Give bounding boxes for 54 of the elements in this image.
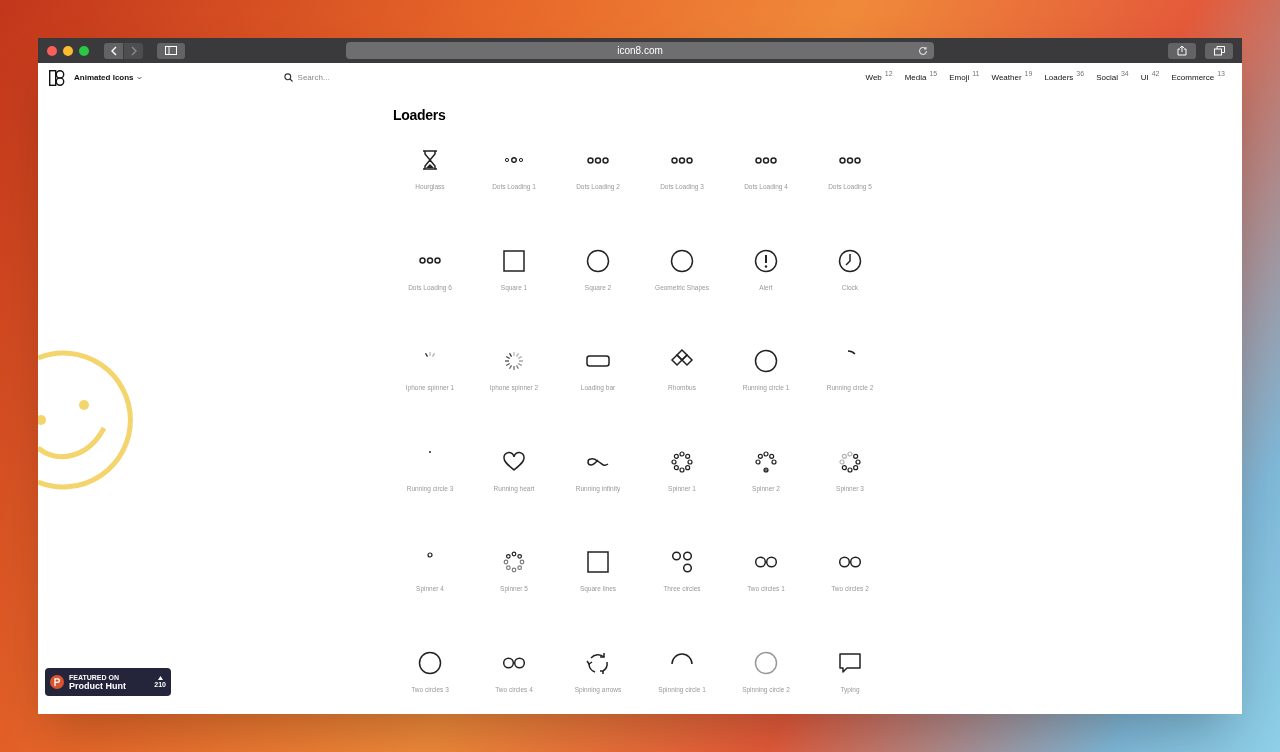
- loader-icon: [428, 450, 432, 453]
- tabs-icon: [1213, 45, 1225, 56]
- loader-icon: [427, 552, 433, 558]
- chevron-left-icon: [109, 45, 118, 56]
- close-button[interactable]: [47, 45, 57, 56]
- upvote-icon: [157, 676, 163, 680]
- loader-icon: [425, 351, 435, 357]
- loader-icon: [586, 550, 610, 574]
- loader-icon: [838, 449, 862, 474]
- product-hunt-logo-icon: [54, 678, 60, 686]
- address-bar[interactable]: icon8.com: [346, 42, 934, 59]
- loader-icon: [587, 156, 609, 164]
- loader-icon: [847, 350, 856, 355]
- url-text: icon8.com: [617, 44, 663, 58]
- loader-icon: [670, 449, 694, 474]
- loader-icon: [754, 349, 778, 373]
- sidebar-icon: [165, 46, 177, 55]
- loader-icon: [502, 449, 526, 474]
- loader-icon: [586, 650, 610, 675]
- maximize-button[interactable]: [79, 45, 89, 56]
- brand-dropdown[interactable]: Animated Icons: [74, 71, 142, 84]
- reload-icon[interactable]: [918, 45, 928, 56]
- loader-icon: [418, 650, 442, 675]
- loader-icon: [419, 257, 441, 264]
- share-button[interactable]: [1168, 42, 1196, 59]
- loader-icon: [838, 248, 862, 273]
- logo-icon: [49, 69, 65, 86]
- chevron-right-icon: [129, 45, 138, 56]
- sidebar-button[interactable]: [157, 42, 185, 59]
- search-field[interactable]: Search...: [297, 71, 448, 84]
- loader-icon: [586, 248, 610, 273]
- loader-icon: [754, 248, 778, 273]
- loader-icon: [502, 550, 526, 574]
- search-icon: [283, 73, 293, 82]
- loader-icon: [670, 248, 694, 273]
- share-icon: [1177, 45, 1187, 56]
- loader-icon: [838, 650, 862, 675]
- loader-icon: [755, 156, 777, 164]
- loader-icon: [754, 650, 778, 675]
- loader-icon: [671, 652, 693, 665]
- loader-icon: [839, 156, 861, 164]
- caret-icon: [136, 75, 142, 80]
- loader-icon: [671, 156, 693, 164]
- tabs-button[interactable]: [1205, 42, 1233, 59]
- back-button[interactable]: [104, 42, 123, 59]
- loader-icon: [587, 455, 609, 467]
- loader-icon: [670, 550, 694, 574]
- loader-icon: [502, 248, 526, 273]
- minimize-button[interactable]: [63, 45, 73, 56]
- product-hunt-name: Product Hunt: [69, 681, 126, 691]
- loader-icon: [754, 449, 778, 474]
- loader-icon: [502, 349, 526, 373]
- loader-icon: [504, 157, 524, 163]
- section-title: Loaders: [393, 106, 447, 125]
